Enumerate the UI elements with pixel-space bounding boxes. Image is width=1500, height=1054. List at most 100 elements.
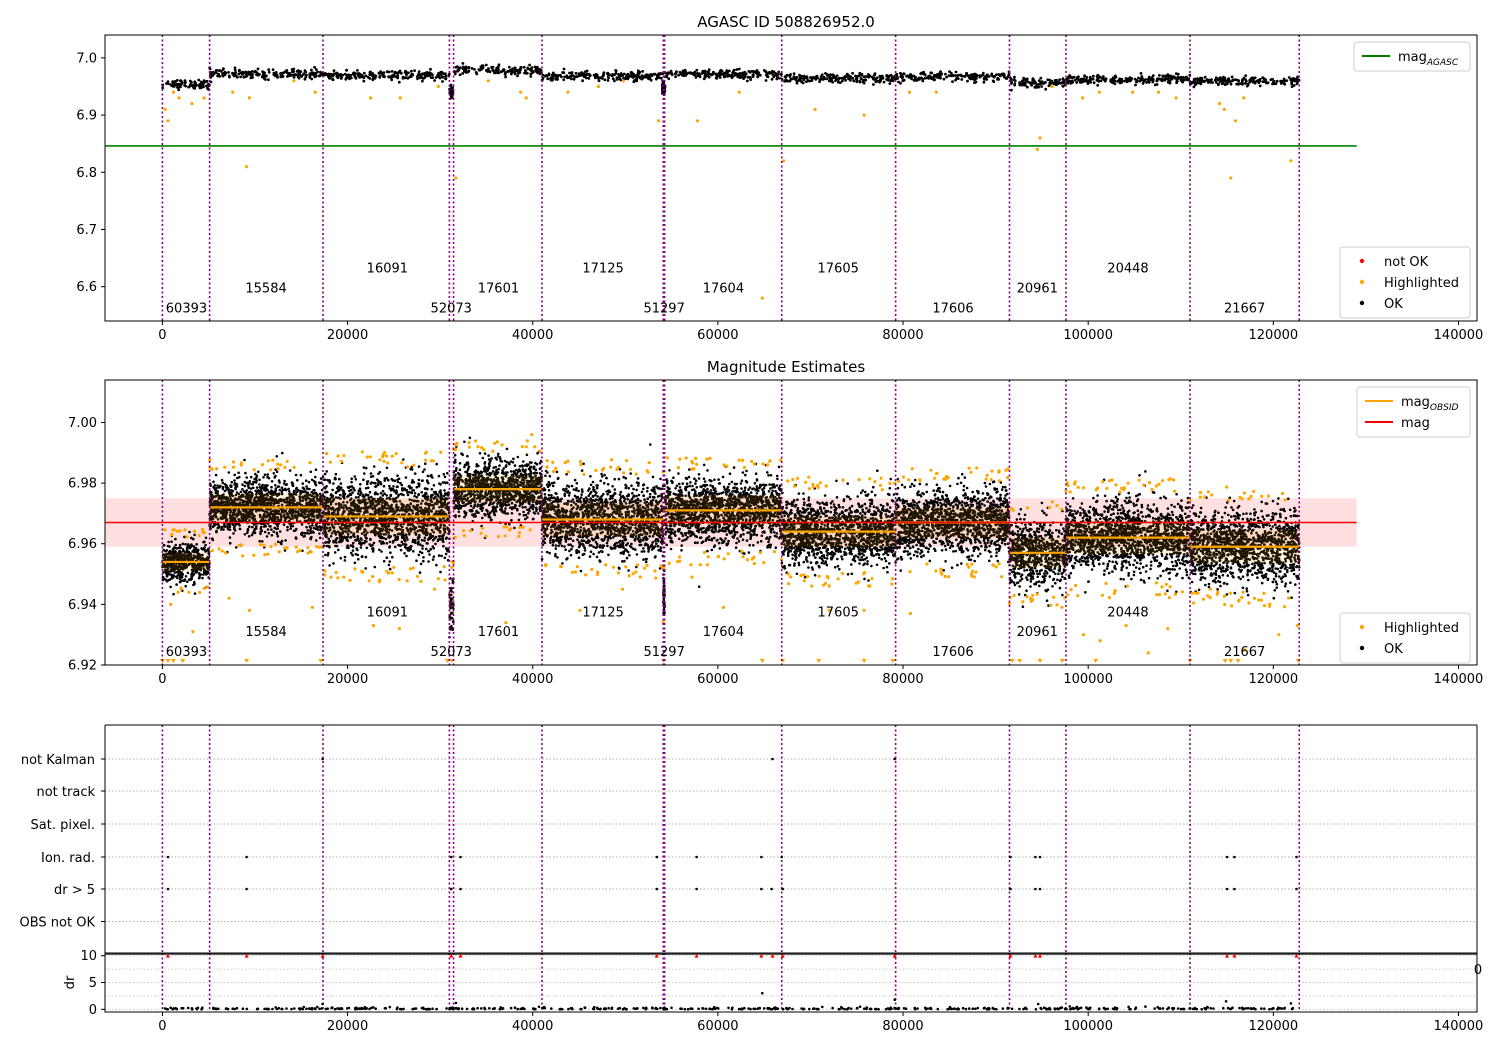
- ok-point: [655, 78, 658, 81]
- ok-point: [723, 74, 726, 77]
- ok-point: [424, 487, 427, 490]
- ok-point: [701, 70, 704, 73]
- ok-point: [1293, 84, 1296, 87]
- ok-point: [1025, 79, 1028, 82]
- ok-point: [163, 578, 166, 581]
- ok-point: [529, 75, 532, 78]
- ok-point: [1180, 76, 1183, 79]
- ok-point: [410, 75, 413, 78]
- ok-point: [864, 79, 867, 82]
- ok-point: [222, 486, 225, 489]
- ok-point: [873, 77, 876, 80]
- ok-point: [222, 528, 225, 531]
- ok-point: [295, 537, 298, 540]
- ok-point: [504, 76, 507, 79]
- ok-point: [439, 72, 442, 75]
- ok-point: [225, 488, 228, 491]
- ok-point: [444, 78, 447, 81]
- ok-point: [966, 80, 969, 83]
- highlighted-point: [1218, 102, 1221, 105]
- ok-point: [388, 564, 391, 567]
- ok-point: [357, 558, 360, 561]
- ok-point: [832, 76, 835, 79]
- ok-point: [1113, 78, 1116, 81]
- highlighted-point: [814, 108, 817, 111]
- ok-point: [403, 552, 406, 555]
- ok-point: [1058, 78, 1061, 81]
- ok-point: [1199, 77, 1202, 80]
- ok-point: [363, 72, 366, 75]
- highlighted-point: [863, 114, 866, 117]
- ok-point: [400, 72, 403, 75]
- ok-point: [497, 68, 500, 71]
- ok-point: [243, 459, 246, 462]
- ok-point: [345, 69, 348, 72]
- ok-point: [1049, 82, 1052, 85]
- ok-point: [271, 480, 274, 483]
- ok-point: [348, 77, 351, 80]
- ok-point: [380, 71, 383, 74]
- ok-point: [389, 541, 392, 544]
- ok-point: [486, 69, 489, 72]
- ok-point: [810, 79, 813, 82]
- ok-point: [362, 80, 365, 83]
- ok-point: [451, 86, 454, 89]
- ok-point: [563, 76, 566, 79]
- ok-point: [444, 557, 447, 560]
- ok-point: [385, 538, 388, 541]
- ok-point: [246, 489, 249, 492]
- ok-point: [248, 535, 251, 538]
- obsid-label: 51297: [643, 301, 684, 316]
- ok-point: [193, 80, 196, 83]
- ok-point: [1075, 81, 1078, 84]
- ok-point: [233, 527, 236, 530]
- ok-point: [176, 571, 179, 574]
- ok-point: [438, 554, 441, 557]
- ok-point: [283, 523, 286, 526]
- ok-point: [313, 527, 316, 530]
- ok-point: [1077, 75, 1080, 78]
- ok-point: [1034, 82, 1037, 85]
- ok-point: [177, 86, 180, 89]
- ok-point: [192, 538, 195, 541]
- ok-point: [418, 70, 421, 73]
- ok-point: [324, 473, 327, 476]
- ok-point: [215, 474, 218, 477]
- ok-point: [359, 74, 362, 77]
- ok-point: [334, 478, 337, 481]
- ok-point: [356, 535, 359, 538]
- ok-point: [419, 76, 422, 79]
- ok-point: [749, 76, 752, 79]
- ok-point: [965, 72, 968, 75]
- ok-point: [193, 583, 196, 586]
- ok-point: [630, 74, 633, 77]
- ok-point: [383, 75, 386, 78]
- x-tick-label: 140000: [1434, 328, 1484, 343]
- obsid-label: 17605: [818, 261, 859, 276]
- ok-point: [536, 66, 539, 69]
- ok-point: [563, 68, 566, 71]
- ok-point: [238, 524, 241, 527]
- ok-point: [289, 527, 292, 530]
- ok-point: [279, 489, 282, 492]
- ok-point: [218, 75, 221, 78]
- ok-point: [330, 535, 333, 538]
- ok-point: [418, 465, 421, 468]
- ok-point: [421, 547, 424, 550]
- ok-point: [459, 73, 462, 76]
- ok-point: [914, 79, 917, 82]
- ok-point: [396, 538, 399, 541]
- ok-point: [1111, 81, 1114, 84]
- ok-point: [255, 481, 258, 484]
- ok-point: [437, 538, 440, 541]
- ok-point: [1006, 77, 1009, 80]
- ok-point: [166, 549, 169, 552]
- ok-point: [990, 73, 993, 76]
- ok-point: [324, 478, 327, 481]
- ok-point: [874, 72, 877, 75]
- ok-point: [456, 65, 459, 68]
- ok-point: [571, 71, 574, 74]
- ok-point: [1162, 78, 1165, 81]
- ok-point: [1010, 82, 1013, 85]
- ok-point: [399, 70, 402, 73]
